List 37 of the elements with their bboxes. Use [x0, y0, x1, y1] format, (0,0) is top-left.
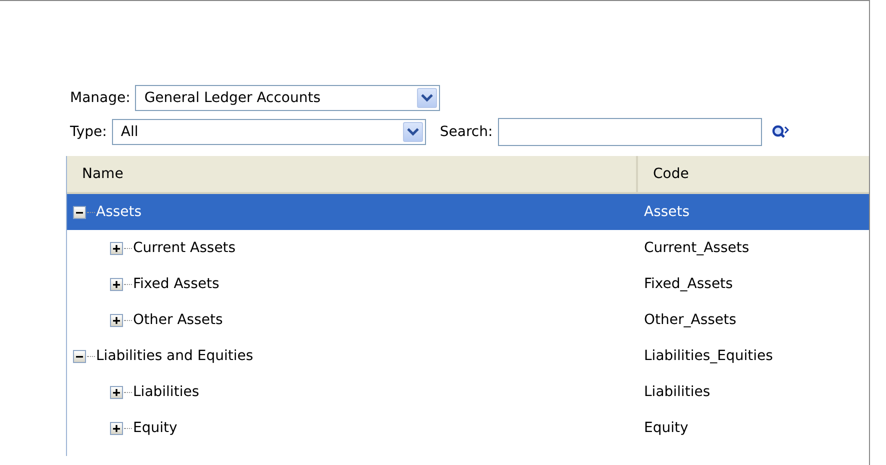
expand-icon[interactable] [110, 422, 123, 434]
expand-icon[interactable] [110, 314, 123, 326]
collapse-icon[interactable] [73, 350, 86, 362]
column-header[interactable]: Code [638, 156, 869, 192]
account-name: Liabilities [133, 384, 200, 400]
expand-icon[interactable] [110, 278, 123, 290]
tree-row[interactable]: Equity Equity [67, 410, 869, 446]
account-name: Equity [133, 420, 178, 436]
account-name: Assets [96, 204, 142, 220]
tree-row[interactable]: Liabilities Liabilities [67, 374, 869, 410]
type-label: Type: [70, 124, 107, 140]
search-label: Search: [440, 124, 493, 140]
account-name: Current Assets [133, 240, 236, 256]
account-name: Fixed Assets [133, 276, 220, 292]
account-code: Other_Assets [644, 312, 736, 328]
type-dropdown[interactable]: All [112, 119, 426, 145]
account-code: Equity [644, 420, 688, 436]
column-header[interactable]: Name [67, 156, 638, 192]
manage-dropdown[interactable]: General Ledger Accounts [135, 85, 440, 111]
manage-label: Manage: [70, 90, 130, 106]
account-code: Assets [644, 204, 690, 220]
account-code: Liabilities [644, 384, 710, 400]
collapse-icon[interactable] [73, 206, 86, 218]
tree-row[interactable]: Liabilities and Equities Liabilities_Equities [67, 338, 869, 374]
tree-row[interactable]: Fixed Assets Fixed_Assets [67, 266, 869, 302]
account-name: Liabilities and Equities [96, 348, 254, 364]
account-code: Fixed_Assets [644, 276, 733, 292]
expand-icon[interactable] [110, 242, 123, 254]
tree-row[interactable]: Other Assets Other_Assets [67, 302, 869, 338]
account-code: Liabilities_Equities [644, 348, 773, 364]
tree-row[interactable]: Assets Assets [67, 194, 869, 230]
account-name: Other Assets [133, 312, 223, 328]
search-icon[interactable] [770, 124, 789, 140]
tree-row[interactable]: Current Assets Current_Assets [67, 230, 869, 266]
account-code: Current_Assets [644, 240, 750, 256]
expand-icon[interactable] [110, 386, 123, 398]
search-field[interactable] [498, 118, 762, 146]
